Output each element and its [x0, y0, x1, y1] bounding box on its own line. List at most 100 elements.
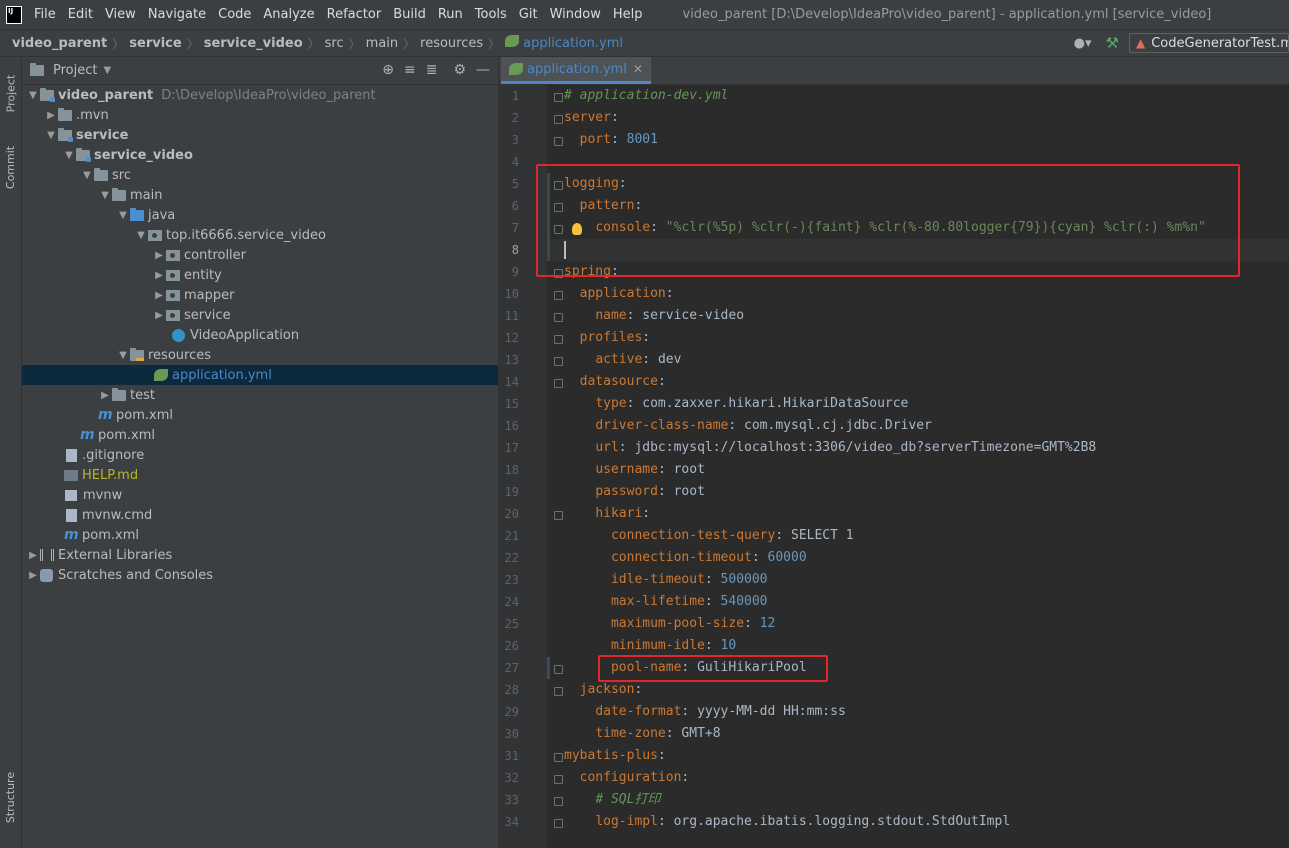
tree-item[interactable]: ▼ java [22, 205, 498, 225]
chevron-right-icon[interactable]: ▶ [26, 550, 40, 561]
fold-marker-icon[interactable] [554, 313, 563, 322]
chevron-down-icon[interactable]: ▼ [62, 150, 76, 161]
crumb-src[interactable]: src [325, 35, 344, 52]
locate-icon[interactable]: ⊕ [382, 62, 394, 78]
menu-git[interactable]: Git [519, 7, 538, 22]
tree-item[interactable]: ▶ .mvn [22, 105, 498, 125]
tree-item[interactable]: VideoApplication [22, 325, 498, 345]
fold-marker-icon[interactable] [554, 511, 563, 520]
tree-item[interactable]: ▼ src [22, 165, 498, 185]
collapse-all-icon[interactable]: ≣ [426, 62, 438, 78]
fold-marker-icon[interactable] [554, 115, 563, 124]
fold-marker-icon[interactable] [554, 665, 563, 674]
chevron-right-icon[interactable]: ▶ [152, 290, 166, 301]
crumb-application-yml[interactable]: application.yml [523, 35, 623, 52]
menu-code[interactable]: Code [218, 7, 251, 22]
menu-refactor[interactable]: Refactor [327, 7, 382, 22]
tree-item[interactable]: HELP.md [22, 465, 498, 485]
tree-root[interactable]: ▼ video_parent D:\Develop\IdeaPro\video_… [22, 85, 498, 105]
editor-tab-application-yml[interactable]: application.yml ✕ [501, 57, 651, 84]
tree-item[interactable]: ▼ main [22, 185, 498, 205]
folder-icon [112, 187, 126, 201]
commit-tab-label: Commit [4, 145, 18, 189]
project-title[interactable]: Project [53, 63, 97, 78]
commit-tool-tab[interactable]: Commit [0, 137, 22, 197]
chevron-down-icon[interactable]: ▼ [98, 190, 112, 201]
chevron-down-icon[interactable]: ▼ [116, 350, 130, 361]
chevron-down-icon[interactable]: ▼ [80, 170, 94, 181]
project-tool-tab[interactable]: Project [0, 63, 22, 123]
chevron-down-icon[interactable]: ▼ [26, 90, 40, 101]
run-configuration-selector[interactable]: ▲ CodeGeneratorTest.ma [1129, 33, 1289, 53]
crumb-main[interactable]: main [366, 35, 398, 52]
menu-help[interactable]: Help [613, 7, 643, 22]
menu-view[interactable]: View [105, 7, 136, 22]
fold-marker-icon[interactable] [554, 775, 563, 784]
code-area[interactable]: 1 2 3 4 5 6 7 8 9 10 11 12 13 14 15 16 1… [499, 85, 1289, 848]
fold-marker-icon[interactable] [554, 137, 563, 146]
tree-item[interactable]: ▼ service_video [22, 145, 498, 165]
tree-item[interactable]: ▶ controller [22, 245, 498, 265]
structure-tool-tab[interactable]: Structure [0, 762, 22, 832]
fold-marker-icon[interactable] [554, 819, 563, 828]
crumb-service-video[interactable]: service_video [204, 35, 303, 52]
menu-edit[interactable]: Edit [68, 7, 93, 22]
chevron-right-icon[interactable]: ▶ [152, 310, 166, 321]
fold-marker-icon[interactable] [554, 753, 563, 762]
tree-item[interactable]: m pom.xml [22, 525, 498, 545]
chevron-right-icon[interactable]: ▶ [44, 110, 58, 121]
user-icon[interactable]: ●▾ [1074, 36, 1092, 51]
chevron-down-icon[interactable]: ▼ [44, 130, 58, 141]
menu-run[interactable]: Run [438, 7, 463, 22]
fold-marker-icon[interactable] [554, 291, 563, 300]
chevron-right-icon[interactable]: ▶ [152, 250, 166, 261]
gear-icon[interactable]: ⚙ [453, 62, 466, 78]
text-file-icon [66, 508, 77, 522]
fold-marker-icon[interactable] [554, 335, 563, 344]
fold-marker-icon[interactable] [554, 357, 563, 366]
line-number: 10 [504, 287, 519, 301]
menu-file[interactable]: File [34, 7, 56, 22]
close-icon[interactable]: ✕ [633, 62, 643, 76]
chevron-down-icon[interactable]: ▼ [134, 230, 148, 241]
tree-item[interactable]: mvnw [22, 485, 498, 505]
tree-item-selected[interactable]: application.yml [22, 365, 498, 385]
chevron-right-icon[interactable]: ▶ [152, 270, 166, 281]
tree-item[interactable]: ▼ resources [22, 345, 498, 365]
chevron-right-icon[interactable]: ▶ [26, 570, 40, 581]
tree-item[interactable]: ▶ mapper [22, 285, 498, 305]
fold-marker-icon[interactable] [554, 797, 563, 806]
tree-item[interactable]: ▶ service [22, 305, 498, 325]
menu-build[interactable]: Build [393, 7, 426, 22]
fold-marker-icon[interactable] [554, 687, 563, 696]
tree-item[interactable]: ▶ test [22, 385, 498, 405]
expand-all-icon[interactable]: ≡ [404, 62, 416, 78]
tree-item[interactable]: ▼ top.it6666.service_video [22, 225, 498, 245]
tree-item[interactable]: .gitignore [22, 445, 498, 465]
crumb-service[interactable]: service [129, 35, 181, 52]
menu-analyze[interactable]: Analyze [263, 7, 314, 22]
tree-item[interactable]: ▶ External Libraries [22, 545, 498, 565]
dropdown-arrow-icon[interactable]: ▼ [103, 65, 111, 76]
chevron-down-icon[interactable]: ▼ [116, 210, 130, 221]
menu-navigate[interactable]: Navigate [148, 7, 206, 22]
code-line-32: configuration: [579, 770, 690, 785]
hide-icon[interactable]: — [476, 62, 490, 78]
tree-item[interactable]: ▶ Scratches and Consoles [22, 565, 498, 585]
tree-item[interactable]: ▶ entity [22, 265, 498, 285]
chevron-right-icon[interactable]: ▶ [98, 390, 112, 401]
crumb-resources[interactable]: resources [420, 35, 483, 52]
tree-item[interactable]: mvnw.cmd [22, 505, 498, 525]
yaml-key: log-impl [595, 814, 658, 829]
fold-marker-icon[interactable] [554, 379, 563, 388]
fold-marker-icon[interactable] [554, 93, 563, 102]
menu-window[interactable]: Window [550, 7, 601, 22]
build-hammer-icon[interactable]: ⚒ [1106, 34, 1119, 52]
tree-item[interactable]: m pom.xml [22, 405, 498, 425]
menu-tools[interactable]: Tools [475, 7, 507, 22]
yaml-key: jackson [579, 682, 635, 697]
tree-item[interactable]: m pom.xml [22, 425, 498, 445]
crumb-video-parent[interactable]: video_parent [12, 35, 107, 52]
tree-label: mvnw [83, 487, 123, 503]
tree-item[interactable]: ▼ service [22, 125, 498, 145]
